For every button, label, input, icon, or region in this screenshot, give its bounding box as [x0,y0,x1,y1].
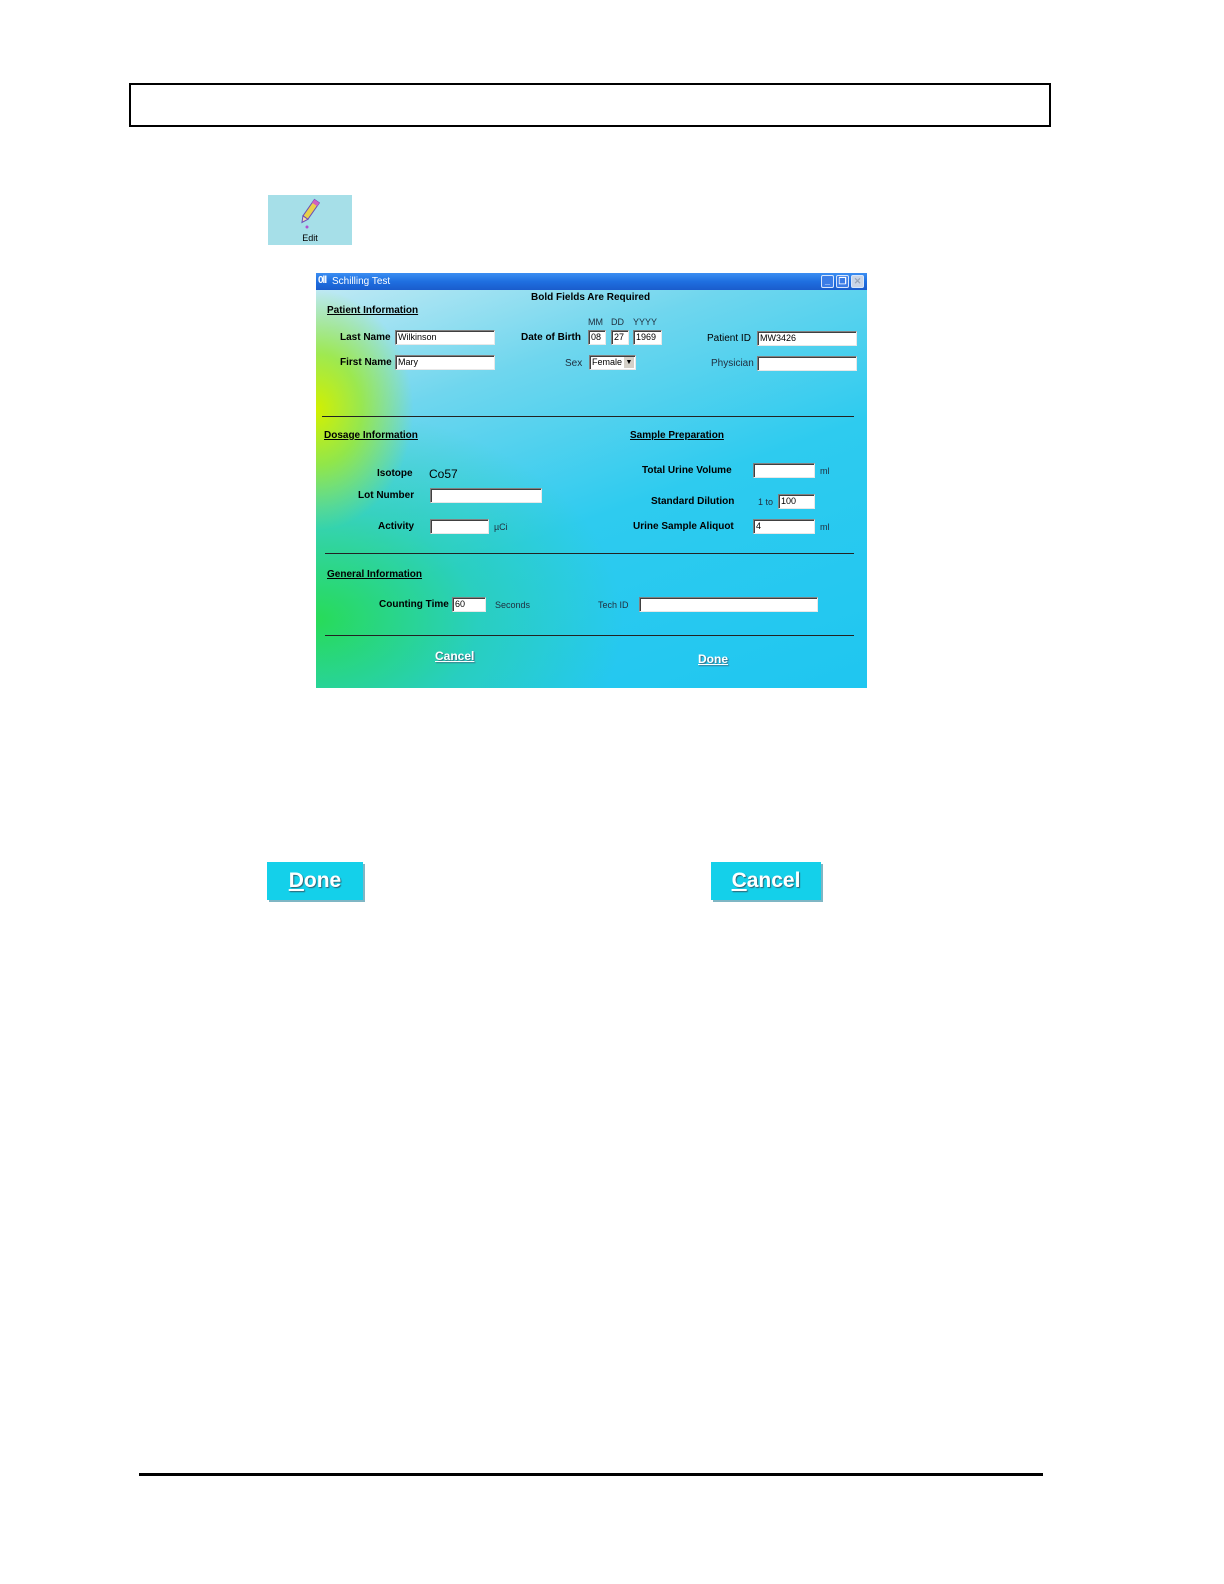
urine-volume-label: Total Urine Volume [642,465,732,476]
close-icon[interactable]: ✕ [851,275,864,288]
pencil-edit-icon [301,198,321,229]
activity-field[interactable] [430,519,489,534]
window-titlebar[interactable]: 0ll Schilling Test _ ❐ ✕ [316,273,867,290]
tech-id-field[interactable] [639,597,818,612]
dosage-info-heading: Dosage Information [324,430,418,441]
patient-id-label: Patient ID [707,333,751,344]
chevron-down-icon[interactable]: ▼ [624,357,634,368]
activity-unit: µCi [494,522,508,532]
activity-label: Activity [378,521,415,532]
first-name-field[interactable]: Mary [395,355,495,370]
sample-prep-heading: Sample Preparation [630,430,724,441]
dob-year-field[interactable]: 1969 [633,330,662,345]
dob-label: Date of Birth [521,332,581,343]
last-name-label: Last Name [340,332,391,343]
dob-dd-header: DD [611,317,624,327]
edit-label: Edit [302,233,318,243]
patient-info-heading: Patient Information [327,305,419,316]
first-name-label: First Name [340,357,392,368]
edit-toolbar-button[interactable]: Edit [268,195,352,245]
counting-time-unit: Seconds [495,600,531,610]
done-button-label: one [303,869,342,892]
urine-volume-unit: ml [820,466,830,476]
dialog-cancel-button[interactable]: Cancel [435,649,474,663]
dob-day-field[interactable]: 27 [611,330,629,345]
dilution-field[interactable]: 100 [778,494,815,509]
physician-label: Physician [711,358,754,369]
patient-id-field[interactable]: MW3426 [757,331,857,346]
done-button-mnemonic: D [288,869,304,892]
schilling-test-window: 0ll Schilling Test _ ❐ ✕ Bold Fields Are… [316,273,867,688]
dilution-label: Standard Dilution [651,496,735,507]
page-header-box [129,83,1051,127]
maximize-icon[interactable]: ❐ [836,275,849,288]
lot-number-label: Lot Number [358,490,415,501]
app-icon: 0ll [318,275,327,286]
dob-month-field[interactable]: 08 [588,330,606,345]
cancel-button-label: ancel [746,869,801,892]
sex-select[interactable]: Female ▼ [589,355,636,370]
sex-label: Sex [565,358,583,369]
cancel-button[interactable]: Cancel [711,862,821,900]
dilution-prefix: 1 to [758,497,774,507]
dialog-done-button[interactable]: Done [698,652,728,666]
aliquot-unit: ml [820,522,830,532]
minimize-icon[interactable]: _ [821,275,834,288]
tech-id-label: Tech ID [598,600,629,610]
lot-number-field[interactable] [430,488,542,503]
general-info-heading: General Information [327,569,423,580]
isotope-value: Co57 [429,467,458,481]
section-divider-2 [325,553,854,554]
window-title: Schilling Test [332,276,391,287]
dialog-body: Bold Fields Are Required Patient Informa… [316,290,867,688]
counting-time-label: Counting Time [379,599,449,610]
dob-mm-header: MM [588,317,603,327]
section-divider-1 [322,416,854,417]
required-note: Bold Fields Are Required [531,292,651,303]
aliquot-field[interactable]: 4 [753,519,815,534]
counting-time-field[interactable]: 60 [452,597,486,612]
done-button[interactable]: Done [267,862,363,900]
sex-select-value: Female [592,357,623,367]
dob-yyyy-header: YYYY [633,317,658,327]
page-footer-rule [139,1473,1043,1476]
section-divider-3 [325,635,854,636]
aliquot-label: Urine Sample Aliquot [633,521,734,532]
physician-field[interactable] [757,356,857,371]
urine-volume-field[interactable] [753,463,815,478]
last-name-field[interactable]: Wilkinson [395,330,495,345]
isotope-label: Isotope [377,468,413,479]
cancel-button-mnemonic: C [731,869,747,892]
